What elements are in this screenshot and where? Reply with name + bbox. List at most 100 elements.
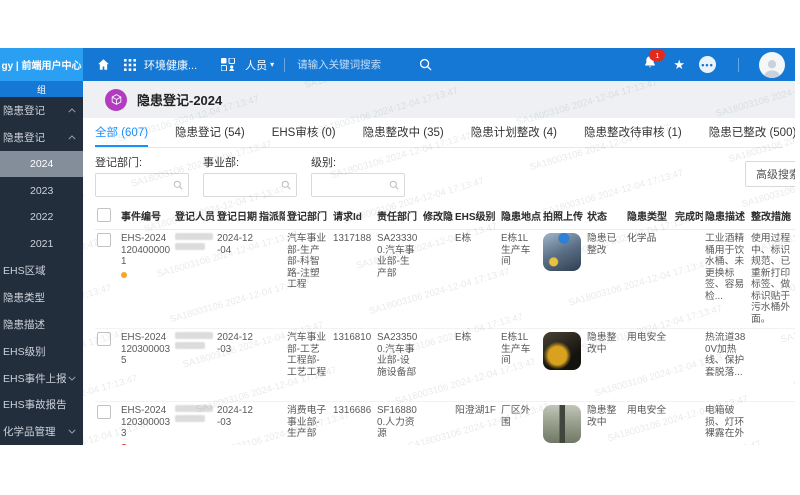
main-content: 隐患登记-2024 全部 (607) 隐患登记 (54) EHS审核 (0) 隐患整改…	[83, 81, 795, 445]
filter-business-unit-field[interactable]	[204, 179, 281, 191]
hazard-photo-thumbnail[interactable]	[543, 233, 581, 271]
tab-1[interactable]: 隐患登记 (54)	[175, 118, 245, 147]
row-checkbox[interactable]	[97, 332, 111, 346]
people-menu[interactable]: 人员	[245, 57, 267, 73]
filter-business-unit-input[interactable]	[203, 173, 297, 197]
chevron-down-icon	[68, 429, 76, 434]
global-search-input[interactable]	[295, 57, 418, 72]
tab-3[interactable]: 隐患整改中 (35)	[363, 118, 444, 147]
filter-level-field[interactable]	[312, 179, 389, 191]
redacted-name	[175, 342, 205, 349]
sidebar-item-label: EHS区域	[3, 265, 46, 278]
status-tabs: 全部 (607) 隐患登记 (54) EHS审核 (0) 隐患整改中 (35) 隐患计划…	[95, 118, 795, 148]
person-cell	[173, 230, 215, 329]
photo-cell	[541, 230, 585, 329]
sidebar-item-9[interactable]: EHS级别	[0, 338, 83, 365]
tab-6[interactable]: 隐患已整改 (500)	[709, 118, 795, 147]
tab-0[interactable]: 全部 (607)	[95, 118, 149, 147]
home-icon[interactable]	[97, 58, 110, 71]
event-no-cell: EHS-20241203000033	[119, 402, 173, 445]
app-body: 组 隐患登记 隐患登记 2024 2023 2022 2021 EHS区域 隐患类型 隐患描述 E…	[0, 81, 795, 445]
chevron-up-icon	[68, 134, 76, 140]
notifications-bell-icon[interactable]: 1	[643, 49, 666, 74]
sidebar-item-label: 2024	[30, 157, 54, 170]
screenshot-canvas: gy | 前端用户中心 环境健康... 人员 ▾ 请输入关键词搜索 1 ★ ••…	[0, 0, 800, 495]
select-all-checkbox[interactable]	[97, 208, 111, 222]
sidebar-menu: 隐患登记 隐患登记 2024 2023 2022 2021 EHS区域 隐患类型 隐患描述 EHS…	[0, 97, 83, 445]
sidebar-item-10[interactable]: EHS事件上报	[0, 365, 83, 392]
sidebar-item-label: 2023	[30, 184, 54, 197]
row-select-cell	[95, 230, 119, 329]
ehs-level-cell: E栋	[455, 233, 472, 244]
page-header: 隐患登记-2024	[83, 81, 795, 118]
resp-dept-cell: SA233500.汽车事业部-设施设备部	[377, 332, 418, 378]
apps-grid-icon[interactable]	[124, 58, 136, 71]
sidebar-top-tab[interactable]: 组	[0, 81, 83, 97]
sidebar-item-label: 2022	[30, 211, 54, 224]
sidebar-item-6[interactable]: EHS区域	[0, 258, 83, 285]
sidebar-item-label: 隐患登记	[3, 104, 45, 117]
divider	[284, 57, 286, 72]
chevron-up-icon	[68, 108, 76, 113]
priority-dot-red	[121, 443, 127, 445]
table-row: EHS-20241204000001 2024-12-04 汽车事业部-生产部-科智…	[95, 230, 795, 329]
sidebar-item-1[interactable]: 隐患登记	[0, 124, 83, 151]
org-structure-icon[interactable]	[221, 58, 236, 71]
tab-4[interactable]: 隐患计划整改 (4)	[471, 118, 557, 147]
column-header: 隐患描述	[705, 212, 745, 223]
filter-level-input[interactable]	[311, 173, 405, 197]
chevron-down-icon	[68, 376, 76, 381]
hazard-photo-thumbnail[interactable]	[543, 405, 581, 443]
select-all-header[interactable]	[95, 204, 119, 230]
sidebar-item-0[interactable]: 隐患登记	[0, 97, 83, 124]
row-checkbox[interactable]	[97, 233, 111, 247]
row-checkbox[interactable]	[97, 405, 111, 419]
sidebar-item-5[interactable]: 2021	[0, 231, 83, 258]
advanced-search-button[interactable]: 高级搜索	[745, 161, 795, 187]
dept-cell: 汽车事业部-生产部-科智路-注塑工程	[287, 233, 327, 290]
location-cell: 厂区外围	[501, 405, 531, 428]
filter-register-dept-input[interactable]	[95, 173, 189, 197]
sidebar-item-11[interactable]: EHS事故报告	[0, 391, 83, 418]
notification-badge: 1	[649, 49, 666, 61]
search-icon[interactable]	[419, 58, 432, 71]
event-no-cell: EHS-20241204000001	[119, 230, 173, 329]
page-title: 隐患登记-2024	[137, 93, 223, 108]
column-header: 修改隐...	[423, 212, 453, 223]
status-cell: 隐患整改中	[587, 405, 617, 428]
modify-cell	[421, 402, 453, 446]
topbar-right-group: 1 ★ •••	[643, 49, 785, 78]
portal-logo: gy | 前端用户中心	[0, 48, 83, 81]
event-number: EHS-20241204000001	[121, 233, 171, 267]
filter-level: 级别:	[311, 154, 405, 197]
modify-cell	[421, 329, 453, 402]
user-avatar[interactable]	[759, 51, 785, 78]
current-app-name[interactable]: 环境健康...	[144, 57, 197, 73]
column-header: 登记人员	[175, 212, 215, 223]
more-options-icon[interactable]: •••	[699, 56, 716, 73]
column-header: 隐患类型	[627, 212, 667, 223]
tab-5[interactable]: 隐患整改待审核 (1)	[584, 118, 682, 147]
measure-cell	[749, 402, 795, 446]
sidebar-item-label: EHS事故报告	[3, 399, 67, 412]
event-number: EHS-20241203000035	[121, 332, 171, 366]
column-header: 登记日期	[217, 212, 257, 223]
sidebar-item-12[interactable]: 化学品管理	[0, 418, 83, 445]
sidebar-item-8[interactable]: 隐患描述	[0, 311, 83, 338]
sidebar-item-label: 2021	[30, 238, 54, 251]
hazard-photo-thumbnail[interactable]	[543, 332, 581, 370]
favorites-star-icon[interactable]: ★	[673, 57, 685, 73]
table-row: EHS-20241203000033 2024-12-03 消费电子事业部-生产部 1…	[95, 402, 795, 446]
sidebar-item-label: EHS级别	[3, 345, 46, 358]
tab-2[interactable]: EHS审核 (0)	[272, 118, 336, 147]
redacted-name	[175, 243, 205, 250]
sidebar-item-2[interactable]: 2024	[0, 150, 83, 178]
sidebar-item-4[interactable]: 2022	[0, 204, 83, 231]
sidebar-item-3[interactable]: 2023	[0, 177, 83, 204]
search-icon	[173, 180, 183, 190]
sidebar-item-label: 隐患类型	[3, 292, 45, 305]
filter-label: 级别:	[311, 157, 337, 169]
filter-register-dept-field[interactable]	[96, 179, 173, 191]
filter-business-unit: 事业部:	[203, 154, 297, 197]
sidebar-item-7[interactable]: 隐患类型	[0, 284, 83, 311]
